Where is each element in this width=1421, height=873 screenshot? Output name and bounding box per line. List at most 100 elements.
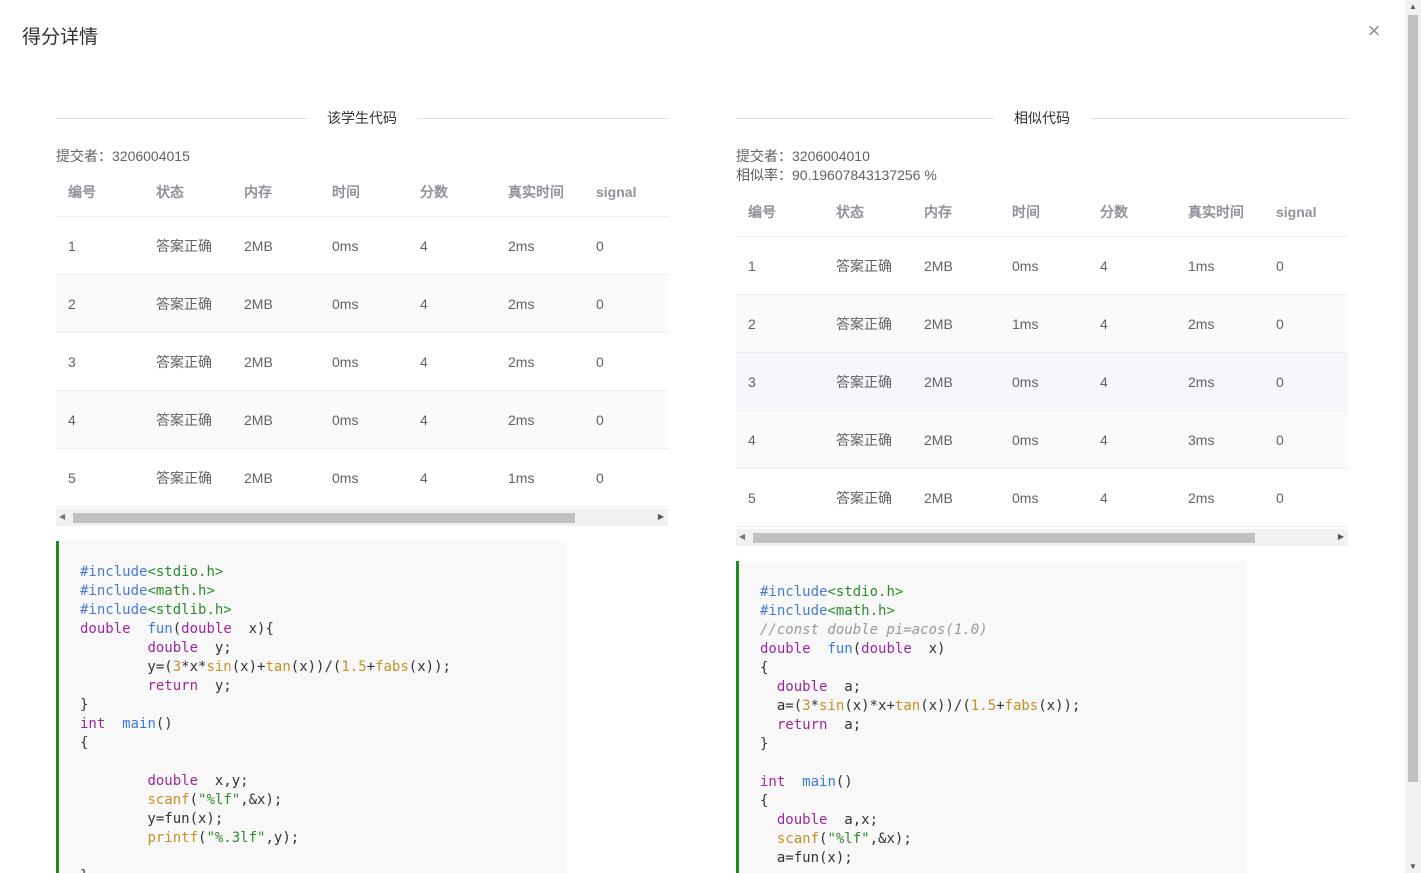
code-token: } [760, 736, 769, 752]
code-token: double [776, 679, 828, 695]
code-token: (x)); [1038, 698, 1081, 714]
column-header[interactable]: 编号 [736, 187, 824, 236]
code-token: printf [147, 830, 199, 846]
code-token: return [147, 678, 199, 694]
code-line: scanf("%lf",&x); [760, 830, 1246, 849]
table-row[interactable]: 3 答案正确 2MB 0ms 4 2ms 0 [736, 353, 1348, 411]
table-row[interactable]: 3 答案正确 2MB 0ms 4 2ms 0 [56, 333, 668, 391]
result-table: 编号 状态 内存 时间 分数 真实时间 signal 1 答案正确 2MB 0ms 4 2ms 0 2 答案正… [56, 167, 668, 507]
code-token: <stdio.h> [147, 564, 224, 580]
table-cell: 2ms [508, 354, 535, 370]
code-token: (x)+ [231, 659, 266, 675]
code-line: #include<stdio.h> [760, 583, 1246, 602]
scroll-right-icon[interactable]: ▶ [1338, 532, 1344, 541]
code-line: { [760, 792, 1246, 811]
scrollbar-thumb[interactable] [1408, 15, 1418, 782]
table-cell: 4 [420, 296, 428, 312]
code-token: #include [760, 584, 828, 600]
column-header[interactable]: 真实时间 [496, 167, 584, 216]
code-token: *x* [181, 659, 207, 675]
column-header[interactable]: 状态 [824, 187, 912, 236]
table-cell: 2MB [244, 238, 273, 254]
scrollbar-thumb[interactable] [73, 513, 575, 523]
table-cell: 4 [420, 470, 428, 486]
code-token: fun [147, 621, 173, 637]
scrollbar-thumb[interactable] [753, 533, 1255, 543]
column-header[interactable]: signal [584, 167, 668, 216]
column-header[interactable]: 分数 [408, 167, 496, 216]
table-row[interactable]: 2 答案正确 2MB 0ms 4 2ms 0 [56, 275, 668, 333]
column-header[interactable]: 时间 [1000, 187, 1088, 236]
table-row[interactable]: 5 答案正确 2MB 0ms 4 1ms 0 [56, 449, 668, 507]
code-token: fabs [1004, 698, 1039, 714]
column-header[interactable]: 编号 [56, 167, 144, 216]
code-line: double a; [760, 678, 1246, 697]
code-line: a=(3*sin(x)*x+tan(x))/(1.5+fabs(x)); [760, 697, 1246, 716]
code-token: <math.h> [827, 603, 895, 619]
column-header[interactable]: 内存 [232, 167, 320, 216]
submitter-info: 提交者：3206004015 [56, 147, 190, 166]
table-cell: 4 [748, 432, 756, 448]
scroll-left-icon[interactable]: ◀ [59, 512, 65, 521]
column-header[interactable]: signal [1264, 187, 1348, 236]
scroll-right-icon[interactable]: ▶ [658, 512, 664, 521]
code-token: () [835, 774, 853, 790]
code-token: { [760, 793, 769, 809]
code-token: * [810, 698, 820, 714]
column-header[interactable]: 状态 [144, 167, 232, 216]
table-cell: 答案正确 [156, 296, 212, 312]
table-row[interactable]: 4 答案正确 2MB 0ms 4 3ms 0 [736, 411, 1348, 469]
scroll-left-icon[interactable]: ◀ [739, 532, 745, 541]
code-token: #include [760, 603, 828, 619]
code-token: #include [80, 564, 148, 580]
code-token: (x)*x+ [844, 698, 895, 714]
close-icon[interactable]: × [1364, 20, 1384, 42]
code-token: "%lf" [827, 831, 870, 847]
table-cell: 4 [1100, 258, 1108, 274]
horizontal-scrollbar[interactable]: ◀ ▶ [736, 529, 1348, 546]
scroll-up-icon[interactable]: ▲ [1409, 2, 1417, 11]
table-cell: 0 [1276, 316, 1284, 332]
code-line: #include<math.h> [80, 582, 566, 601]
scroll-down-icon[interactable]: ▼ [1409, 862, 1417, 871]
column-header[interactable]: 时间 [320, 167, 408, 216]
table-row[interactable]: 4 答案正确 2MB 0ms 4 2ms 0 [56, 391, 668, 449]
table-row[interactable]: 5 答案正确 2MB 0ms 4 2ms 0 [736, 469, 1348, 527]
code-token: a=( [760, 698, 803, 714]
code-token: double [147, 773, 199, 789]
table-cell: 2ms [1188, 374, 1215, 390]
code-line: } [80, 867, 566, 873]
code-token: #include [80, 583, 148, 599]
table-cell: 答案正确 [156, 238, 212, 254]
code-line: double a,x; [760, 811, 1246, 830]
table-cell: 0 [596, 412, 604, 428]
table-cell: 答案正确 [836, 490, 892, 506]
code-token: x,y; [198, 773, 249, 789]
column-header[interactable]: 内存 [912, 187, 1000, 236]
code-token: sin [206, 659, 232, 675]
table-cell: 1ms [508, 470, 535, 486]
code-line: } [80, 696, 566, 715]
column-header[interactable]: 真实时间 [1176, 187, 1264, 236]
table-cell: 0 [1276, 258, 1284, 274]
code-token: double [760, 641, 811, 657]
table-row[interactable]: 1 答案正确 2MB 0ms 4 1ms 0 [736, 237, 1348, 295]
vertical-scrollbar[interactable]: ▲ ▼ [1405, 0, 1421, 873]
code-token: + [366, 659, 376, 675]
table-cell: 0 [1276, 490, 1284, 506]
code-block: #include<stdio.h> #include<math.h>//const… [736, 561, 1246, 873]
table-row[interactable]: 2 答案正确 2MB 1ms 4 2ms 0 [736, 295, 1348, 353]
code-token: double [80, 621, 131, 637]
code-token: } [80, 697, 89, 713]
code-line: double fun(double x){ [80, 620, 566, 639]
table-cell: 2ms [508, 238, 535, 254]
code-line: y=fun(x); [80, 810, 566, 829]
table-row[interactable]: 1 答案正确 2MB 0ms 4 2ms 0 [56, 217, 668, 275]
column-header[interactable]: 分数 [1088, 187, 1176, 236]
horizontal-scrollbar[interactable]: ◀ ▶ [56, 509, 668, 526]
table-cell: 答案正确 [836, 432, 892, 448]
